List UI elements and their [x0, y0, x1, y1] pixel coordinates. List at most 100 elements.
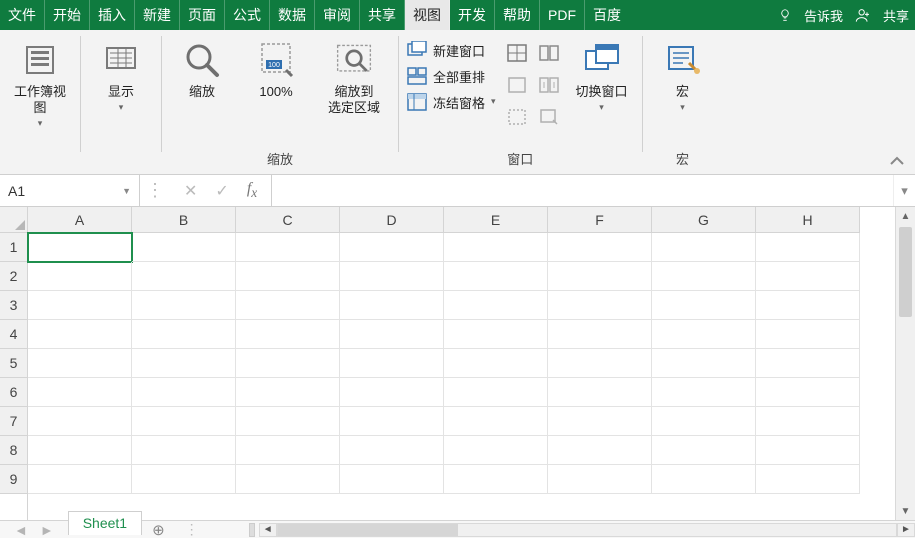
column-header-E[interactable]: E [444, 207, 548, 233]
reset-window-icon[interactable] [538, 106, 560, 128]
cell-F5[interactable] [548, 349, 652, 378]
cell-A3[interactable] [28, 291, 132, 320]
name-box[interactable]: A1 ▼ [0, 175, 140, 206]
column-header-F[interactable]: F [548, 207, 652, 233]
column-header-C[interactable]: C [236, 207, 340, 233]
cell-G9[interactable] [652, 465, 756, 494]
cell-F1[interactable] [548, 233, 652, 262]
sheet-tab-active[interactable]: Sheet1 [68, 511, 142, 535]
new-window-button[interactable]: 新建窗口 [407, 40, 496, 60]
row-header-9[interactable]: 9 [0, 465, 27, 494]
tab-view[interactable]: 视图 [405, 0, 450, 30]
cell-G7[interactable] [652, 407, 756, 436]
cell-area[interactable] [28, 233, 895, 520]
cell-D4[interactable] [340, 320, 444, 349]
cell-H1[interactable] [756, 233, 860, 262]
cell-G5[interactable] [652, 349, 756, 378]
cell-D2[interactable] [340, 262, 444, 291]
cell-A6[interactable] [28, 378, 132, 407]
cell-G6[interactable] [652, 378, 756, 407]
cell-H6[interactable] [756, 378, 860, 407]
hscroll-right-button[interactable]: ► [897, 523, 915, 537]
zoom-100-button[interactable]: 100 100% [244, 34, 308, 100]
cell-H5[interactable] [756, 349, 860, 378]
cell-E6[interactable] [444, 378, 548, 407]
cell-F3[interactable] [548, 291, 652, 320]
row-header-5[interactable]: 5 [0, 349, 27, 378]
cell-H4[interactable] [756, 320, 860, 349]
cell-D6[interactable] [340, 378, 444, 407]
tab-insert[interactable]: 插入 [90, 0, 135, 30]
cell-G1[interactable] [652, 233, 756, 262]
cell-D1[interactable] [340, 233, 444, 262]
cell-A5[interactable] [28, 349, 132, 378]
cell-F6[interactable] [548, 378, 652, 407]
select-all-corner[interactable] [0, 207, 28, 233]
column-header-H[interactable]: H [756, 207, 860, 233]
view-side-by-side-icon[interactable] [538, 42, 560, 64]
split-window-icon[interactable] [506, 42, 528, 64]
cell-F8[interactable] [548, 436, 652, 465]
scroll-up-button[interactable]: ▲ [896, 207, 915, 225]
hide-window-icon[interactable] [506, 74, 528, 96]
cell-C5[interactable] [236, 349, 340, 378]
scroll-down-button[interactable]: ▼ [896, 502, 915, 520]
tab-page[interactable]: 页面 [180, 0, 225, 30]
cell-H8[interactable] [756, 436, 860, 465]
cell-D7[interactable] [340, 407, 444, 436]
display-button[interactable]: 显示 ▾ [89, 34, 153, 113]
sync-scroll-icon[interactable] [538, 74, 560, 96]
cell-C8[interactable] [236, 436, 340, 465]
tab-develop[interactable]: 开发 [450, 0, 495, 30]
cell-B5[interactable] [132, 349, 236, 378]
tab-formula[interactable]: 公式 [225, 0, 270, 30]
cell-C2[interactable] [236, 262, 340, 291]
cell-G3[interactable] [652, 291, 756, 320]
cell-E5[interactable] [444, 349, 548, 378]
tab-home[interactable]: 开始 [45, 0, 90, 30]
zoom-button[interactable]: 缩放 [170, 34, 234, 100]
cell-D5[interactable] [340, 349, 444, 378]
cell-E3[interactable] [444, 291, 548, 320]
lightbulb-icon[interactable] [778, 8, 792, 22]
column-header-D[interactable]: D [340, 207, 444, 233]
cell-G8[interactable] [652, 436, 756, 465]
cell-D8[interactable] [340, 436, 444, 465]
cell-A2[interactable] [28, 262, 132, 291]
row-header-2[interactable]: 2 [0, 262, 27, 291]
formula-input[interactable] [272, 175, 893, 206]
share-button[interactable]: 共享 [883, 6, 909, 25]
expand-formula-bar-button[interactable]: ▾ [893, 175, 915, 206]
tab-file[interactable]: 文件 [0, 0, 45, 30]
cell-B9[interactable] [132, 465, 236, 494]
cell-F2[interactable] [548, 262, 652, 291]
cell-A4[interactable] [28, 320, 132, 349]
cell-F9[interactable] [548, 465, 652, 494]
cell-F4[interactable] [548, 320, 652, 349]
cell-E7[interactable] [444, 407, 548, 436]
cell-B8[interactable] [132, 436, 236, 465]
cancel-edit-button[interactable]: ✕ [184, 181, 197, 201]
cell-C6[interactable] [236, 378, 340, 407]
tab-share[interactable]: 共享 [360, 0, 405, 30]
row-header-3[interactable]: 3 [0, 291, 27, 320]
cell-B4[interactable] [132, 320, 236, 349]
arrange-all-button[interactable]: 全部重排 [407, 66, 496, 86]
vertical-scrollbar[interactable]: ▲ ▼ [895, 207, 915, 520]
cell-H7[interactable] [756, 407, 860, 436]
tab-help[interactable]: 帮助 [495, 0, 540, 30]
cell-E8[interactable] [444, 436, 548, 465]
tab-pdf[interactable]: PDF [540, 0, 585, 30]
macros-button[interactable]: 宏 ▾ [651, 34, 715, 113]
sheet-nav-next[interactable]: ► [40, 522, 54, 538]
cell-F7[interactable] [548, 407, 652, 436]
cell-E9[interactable] [444, 465, 548, 494]
cell-A1[interactable] [28, 233, 132, 262]
cell-H3[interactable] [756, 291, 860, 320]
cell-B1[interactable] [132, 233, 236, 262]
freeze-panes-button[interactable]: 冻结窗格 ▾ [407, 92, 496, 112]
row-header-7[interactable]: 7 [0, 407, 27, 436]
cell-H9[interactable] [756, 465, 860, 494]
cell-A9[interactable] [28, 465, 132, 494]
cell-G4[interactable] [652, 320, 756, 349]
